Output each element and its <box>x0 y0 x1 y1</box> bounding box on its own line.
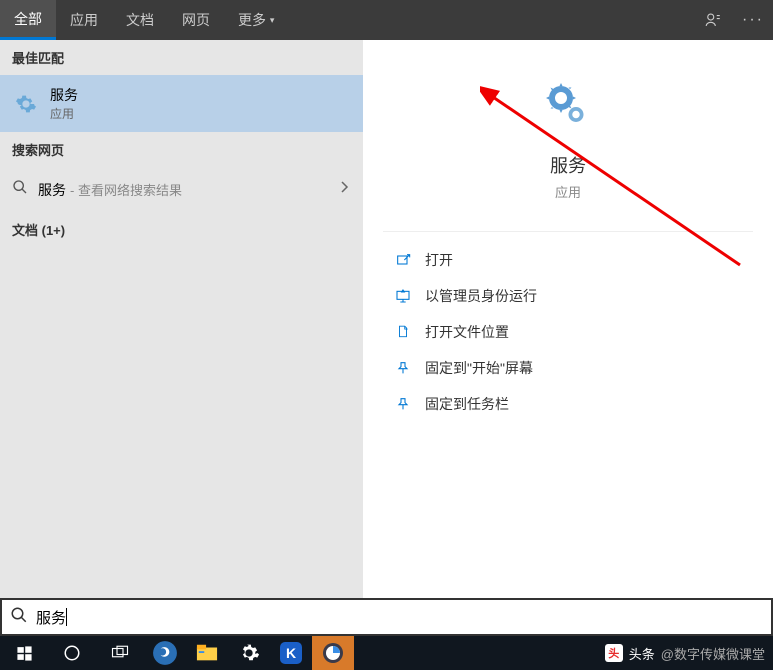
action-pin-taskbar[interactable]: 固定到任务栏 <box>383 386 753 422</box>
admin-icon <box>393 286 413 306</box>
preview-subtitle: 应用 <box>555 182 581 201</box>
folder-icon <box>393 322 413 342</box>
taskbar-app-settings[interactable] <box>228 636 270 670</box>
section-search-web: 搜索网页 <box>0 132 363 167</box>
taskbar: K 头 头条 @数字传媒微课堂 <box>0 636 773 670</box>
action-label: 固定到"开始"屏幕 <box>425 358 533 378</box>
action-run-admin[interactable]: 以管理员身份运行 <box>383 278 753 314</box>
taskbar-app-k[interactable]: K <box>270 636 312 670</box>
action-open-location[interactable]: 打开文件位置 <box>383 314 753 350</box>
results-panel: 最佳匹配 服务 应用 搜索网页 服务 - 查看网络搜索结果 文档 (1+) <box>0 40 363 598</box>
search-input-value: 服务 <box>36 607 66 628</box>
taskbar-app-explorer[interactable] <box>186 636 228 670</box>
taskbar-app-browser[interactable] <box>312 636 354 670</box>
cortana-button[interactable] <box>48 636 96 670</box>
web-search-hint: - 查看网络搜索结果 <box>70 180 182 199</box>
action-label: 打开 <box>425 250 453 270</box>
open-icon <box>393 250 413 270</box>
tab-web[interactable]: 网页 <box>168 0 224 40</box>
task-view-button[interactable] <box>96 636 144 670</box>
svg-text:K: K <box>286 645 296 661</box>
pin-icon <box>393 394 413 414</box>
feedback-icon[interactable] <box>693 0 733 40</box>
start-button[interactable] <box>0 636 48 670</box>
action-label: 以管理员身份运行 <box>425 286 537 306</box>
action-label: 打开文件位置 <box>425 322 509 342</box>
tab-documents[interactable]: 文档 <box>112 0 168 40</box>
web-search-result[interactable]: 服务 - 查看网络搜索结果 <box>0 167 363 212</box>
toutiao-logo-icon: 头 <box>605 644 623 662</box>
preview-title: 服务 <box>550 152 586 178</box>
section-documents[interactable]: 文档 (1+) <box>0 212 363 247</box>
search-icon <box>10 606 28 629</box>
action-label: 固定到任务栏 <box>425 394 509 414</box>
search-content: 最佳匹配 服务 应用 搜索网页 服务 - 查看网络搜索结果 文档 (1+) <box>0 40 773 598</box>
more-options-icon[interactable]: ··· <box>733 0 773 40</box>
action-pin-start[interactable]: 固定到"开始"屏幕 <box>383 350 753 386</box>
result-services-app[interactable]: 服务 应用 <box>0 75 363 132</box>
preview-panel: 服务 应用 打开 以管理员身份运行 打开文件位置 <box>363 40 773 598</box>
gear-icon <box>12 90 40 118</box>
tab-all[interactable]: 全部 <box>0 0 56 40</box>
taskbar-app-sogou[interactable] <box>144 636 186 670</box>
section-best-match: 最佳匹配 <box>0 40 363 75</box>
tab-apps[interactable]: 应用 <box>56 0 112 40</box>
watermark: 头 头条 @数字传媒微课堂 <box>605 644 765 663</box>
search-tabs: 全部 应用 文档 网页 更多 ▾ ··· <box>0 0 773 40</box>
result-title: 服务 <box>50 85 78 105</box>
chevron-right-icon <box>339 180 349 199</box>
result-subtitle: 应用 <box>50 105 78 122</box>
actions-list: 打开 以管理员身份运行 打开文件位置 固定到"开始"屏幕 <box>383 231 753 432</box>
pin-icon <box>393 358 413 378</box>
tab-more[interactable]: 更多 ▾ <box>224 0 288 40</box>
action-open[interactable]: 打开 <box>383 242 753 278</box>
search-icon <box>12 179 30 200</box>
gear-icon <box>540 80 596 136</box>
search-input-container[interactable]: 服务 <box>0 598 773 636</box>
web-search-query: 服务 <box>38 180 66 200</box>
